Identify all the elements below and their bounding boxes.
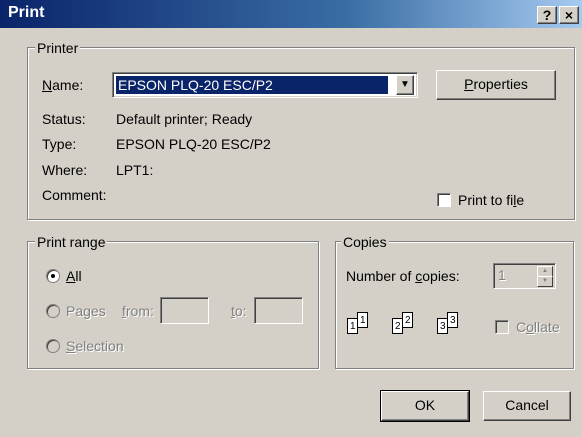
chevron-down-icon[interactable]: ▼ bbox=[396, 75, 414, 95]
help-button[interactable]: ? bbox=[537, 6, 557, 24]
to-label: to: bbox=[231, 303, 247, 319]
page-icon: 2 bbox=[392, 318, 403, 334]
page-icon: 3 bbox=[437, 318, 448, 334]
page-icon: 1 bbox=[347, 318, 358, 334]
status-label: Status: bbox=[42, 111, 86, 127]
page-icon: 3 bbox=[447, 312, 458, 328]
print-to-file-label[interactable]: Print to file bbox=[458, 191, 524, 209]
collate-illustration: 1 1 2 2 3 3 bbox=[345, 312, 485, 348]
print-to-file-checkbox[interactable] bbox=[437, 193, 451, 207]
from-label: from: bbox=[122, 303, 154, 319]
status-value: Default printer; Ready bbox=[116, 111, 253, 127]
copies-value: 1 bbox=[498, 267, 506, 283]
properties-button[interactable]: Properties bbox=[436, 70, 556, 100]
selection-radio[interactable] bbox=[46, 339, 60, 353]
collate-checkbox[interactable] bbox=[495, 320, 509, 334]
printer-name-value: EPSON PLQ-20 ESC/P2 bbox=[116, 76, 388, 94]
type-value: EPSON PLQ-20 ESC/P2 bbox=[116, 136, 271, 152]
title-bar[interactable]: Print ? × bbox=[0, 0, 582, 28]
cancel-button[interactable]: Cancel bbox=[483, 391, 571, 421]
close-button[interactable]: × bbox=[559, 6, 579, 24]
comment-label: Comment: bbox=[42, 187, 107, 203]
window-title: Print bbox=[8, 4, 45, 21]
ok-button[interactable]: OK bbox=[380, 390, 470, 422]
copies-group-label: Copies bbox=[341, 234, 389, 250]
all-label[interactable]: All bbox=[66, 267, 82, 285]
copies-group bbox=[335, 241, 574, 369]
type-label: Type: bbox=[42, 136, 77, 152]
where-value: LPT1: bbox=[116, 162, 154, 178]
page-icon: 2 bbox=[402, 312, 413, 328]
selection-label[interactable]: Selection bbox=[66, 337, 124, 355]
all-radio[interactable] bbox=[46, 269, 60, 283]
number-of-copies-label: Number of copies: bbox=[346, 268, 460, 284]
printer-group-label: Printer bbox=[35, 40, 81, 56]
to-page-input[interactable] bbox=[254, 297, 303, 324]
spin-down-icon[interactable]: ▼ bbox=[537, 276, 553, 287]
pages-radio[interactable] bbox=[46, 304, 60, 318]
copies-spinner[interactable]: 1 ▲ ▼ bbox=[493, 263, 556, 289]
printer-name-combobox[interactable]: EPSON PLQ-20 ESC/P2 ▼ bbox=[112, 72, 418, 98]
from-page-input[interactable] bbox=[160, 297, 209, 324]
page-icon: 1 bbox=[357, 312, 368, 328]
pages-label[interactable]: Pages bbox=[66, 302, 106, 320]
name-label: Name: bbox=[42, 77, 84, 93]
print-range-group-label: Print range bbox=[35, 234, 108, 250]
where-label: Where: bbox=[42, 162, 88, 178]
collate-label[interactable]: Collate bbox=[516, 318, 560, 336]
